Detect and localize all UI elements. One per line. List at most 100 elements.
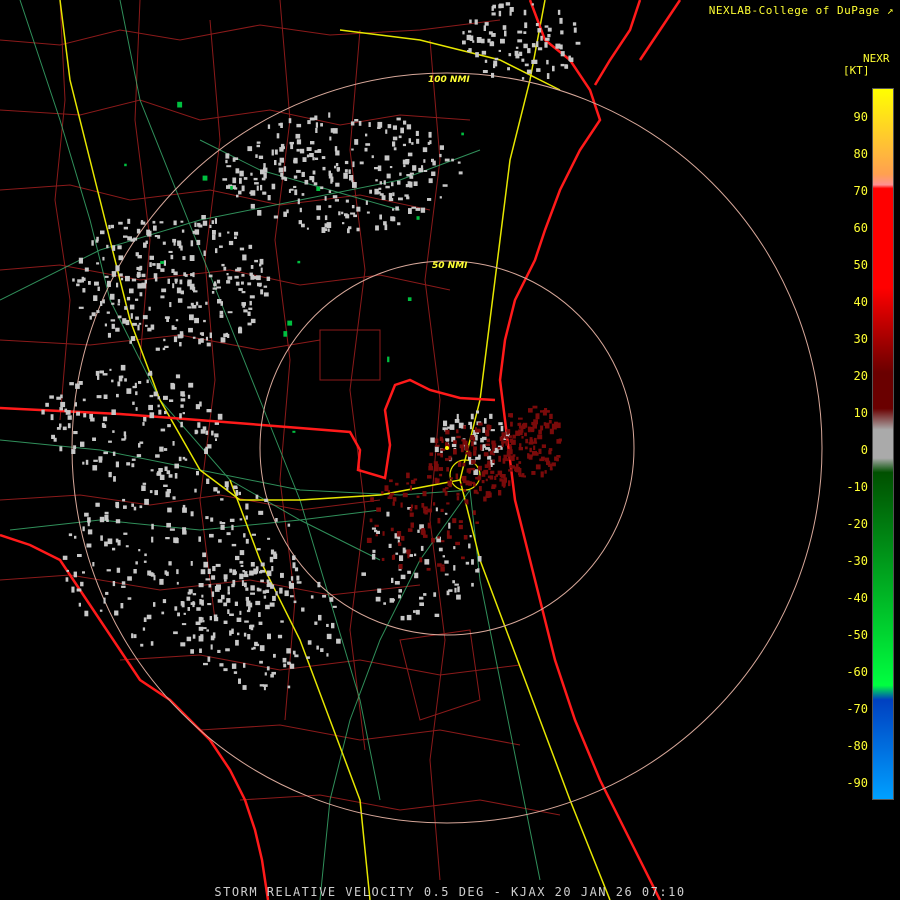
echo-gray: [388, 543, 392, 548]
echo-gray: [271, 183, 276, 190]
echo-darkred: [440, 508, 444, 512]
echo-darkred: [421, 503, 425, 508]
echo-gray: [159, 446, 164, 452]
echo-gray: [96, 262, 100, 265]
echo-gray: [120, 603, 124, 609]
echo-darkred: [491, 486, 496, 489]
echo-gray: [420, 545, 424, 551]
echo-gray: [71, 449, 76, 454]
echo-gray: [557, 9, 561, 15]
echo-gray: [318, 614, 322, 621]
echo-gray: [172, 441, 175, 446]
echo-gray: [90, 417, 95, 422]
echo-gray: [466, 34, 472, 41]
echo-gray: [225, 648, 230, 652]
echo-gray: [200, 338, 204, 343]
echo-gray: [108, 224, 111, 230]
echo-gray: [205, 578, 211, 581]
echo-darkred: [518, 417, 523, 420]
echo-gray: [243, 309, 248, 313]
echo-gray: [427, 198, 432, 201]
echo-gray: [223, 574, 228, 580]
echo-gray: [258, 155, 264, 159]
echo-darkred: [519, 443, 522, 448]
echo-gray: [509, 10, 512, 16]
echo-darkred: [510, 455, 515, 461]
echo-gray: [182, 530, 187, 535]
echo-gray: [352, 182, 357, 188]
echo-gray: [153, 225, 157, 231]
echo-gray: [249, 191, 254, 194]
echo-darkred: [464, 445, 469, 451]
echo-gray: [67, 423, 71, 429]
echo-gray: [521, 58, 525, 62]
echo-darkred: [527, 426, 531, 433]
echo-gray: [172, 283, 175, 289]
echo-gray: [331, 622, 335, 629]
echo-darkred: [485, 443, 490, 446]
echo-gray: [235, 281, 240, 286]
echo-gray: [84, 267, 89, 272]
echo-gray: [392, 598, 395, 602]
echo-gray: [365, 133, 368, 137]
echo-gray: [407, 181, 411, 188]
echo-gray: [171, 268, 175, 273]
echo-gray: [224, 579, 227, 582]
echo-gray: [135, 561, 138, 565]
echo-gray: [87, 517, 91, 523]
echo-gray: [141, 282, 147, 289]
echo-gray: [392, 208, 395, 211]
echo-darkred: [545, 410, 550, 413]
echo-darkred: [427, 475, 432, 479]
echo-gray: [189, 255, 195, 261]
echo-green: [387, 356, 390, 363]
echo-darkred: [556, 439, 562, 444]
echo-gray: [500, 425, 504, 432]
echo-darkred: [370, 497, 374, 502]
echo-gray: [73, 571, 77, 578]
echo-gray: [444, 573, 449, 576]
echo-gray: [484, 418, 487, 424]
echo-darkred: [409, 485, 412, 491]
echo-green: [160, 261, 165, 264]
echo-gray: [153, 602, 156, 607]
echo-gray: [309, 153, 314, 158]
echo-gray: [255, 494, 259, 499]
echo-darkred: [374, 524, 379, 527]
echo-gray: [282, 657, 287, 663]
echo-gray: [108, 440, 112, 443]
echo-gray: [196, 607, 201, 611]
echo-gray: [314, 157, 319, 160]
echo-darkred: [456, 496, 460, 501]
echo-gray: [283, 663, 287, 668]
echo-gray: [256, 548, 261, 551]
echo-darkred: [440, 566, 445, 572]
echo-darkred: [456, 429, 459, 434]
echo-gray: [172, 238, 177, 243]
echo-gray: [547, 34, 551, 38]
echo-gray: [255, 154, 258, 158]
echo-gray: [202, 620, 205, 623]
echo-gray: [144, 553, 147, 557]
echo-gray: [243, 177, 248, 180]
echo-gray: [201, 332, 204, 336]
echo-gray: [235, 168, 240, 174]
echo-darkred: [503, 440, 509, 444]
echo-gray: [537, 47, 543, 51]
echo-gray: [256, 587, 260, 592]
echo-gray: [301, 171, 305, 177]
echo-gray: [484, 22, 489, 26]
echo-gray: [236, 617, 242, 622]
echo-gray: [176, 569, 179, 575]
echo-darkred: [461, 556, 465, 560]
echo-gray: [119, 273, 123, 277]
echo-darkred: [527, 453, 530, 459]
echo-gray: [244, 582, 247, 588]
echo-gray: [286, 648, 291, 654]
external-link-icon[interactable]: ↗: [887, 4, 894, 17]
echo-gray: [421, 165, 424, 171]
echo-gray: [409, 174, 412, 179]
echo-gray: [295, 133, 301, 139]
echo-darkred: [507, 448, 510, 453]
echo-darkred: [487, 460, 491, 465]
